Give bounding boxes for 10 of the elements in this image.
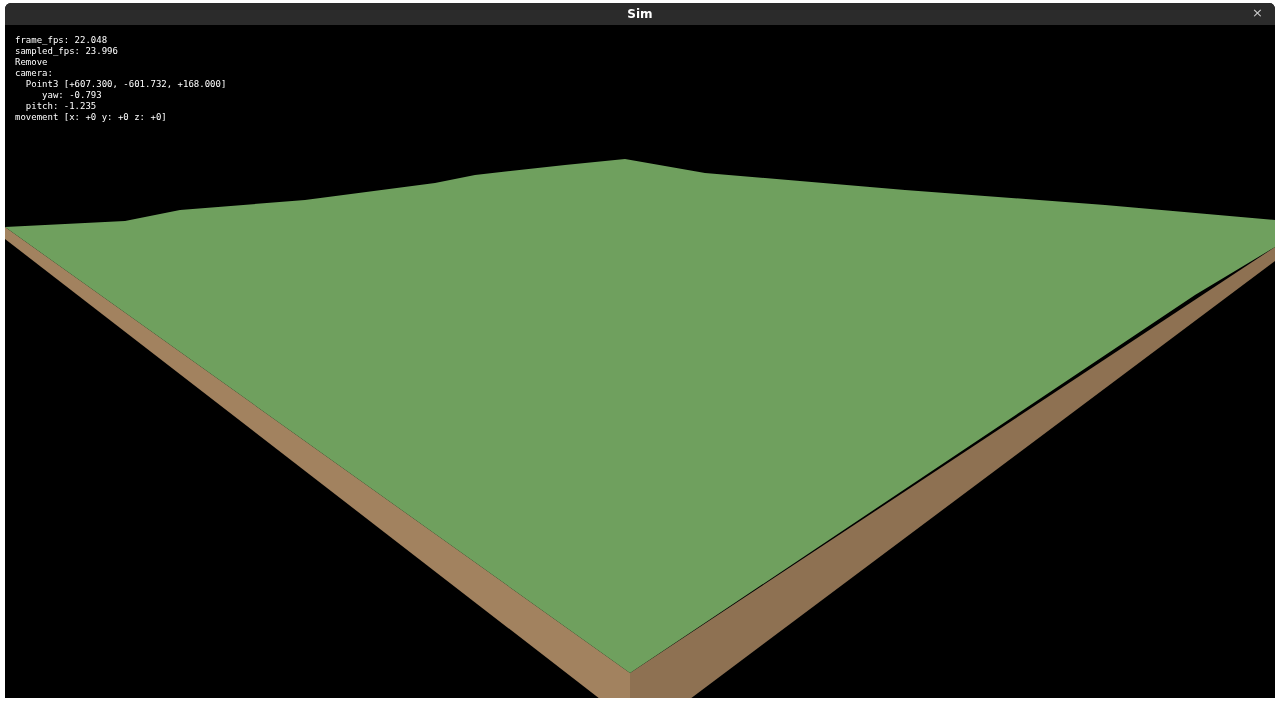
- debug-text-line: sampled_fps: 23.996: [15, 46, 119, 57]
- debug-text-line: frame_fps: 22.048: [15, 35, 109, 46]
- close-button[interactable]: ×: [1248, 6, 1267, 19]
- debug-text-line: camera:: [15, 68, 54, 79]
- debug-text-line: Point3 [+607.300, -601.732, +168.000]: [24, 79, 227, 90]
- debug-text-line: Remove: [15, 57, 49, 68]
- debug-text-line: movement [x: +0 y: +0 z: +0]: [15, 112, 168, 123]
- debug-text-line: yaw: -0.793: [41, 90, 103, 101]
- window-title: Sim: [627, 6, 653, 23]
- debug-text-line: pitch: -1.235: [24, 101, 98, 112]
